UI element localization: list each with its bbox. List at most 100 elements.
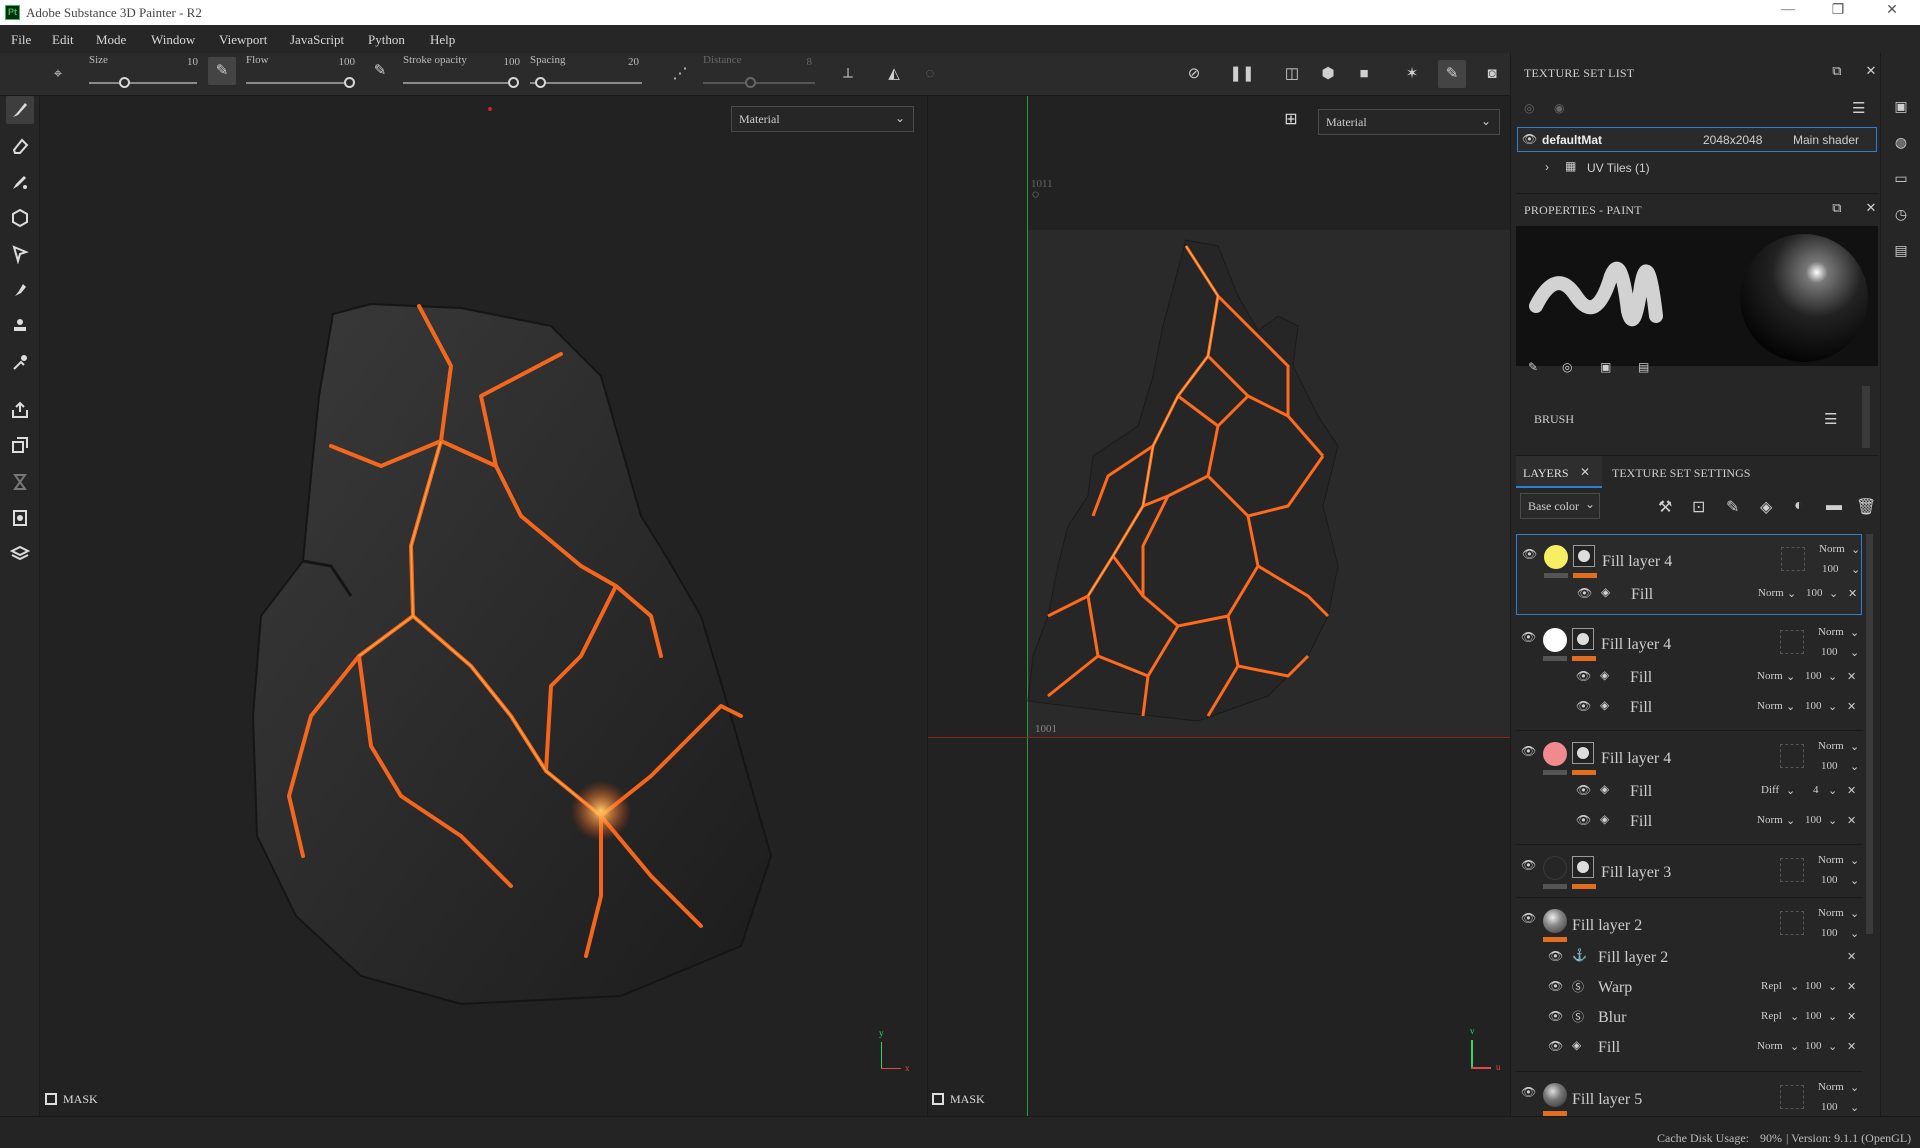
geometry-fill-icon[interactable]: [6, 204, 34, 232]
viewport-2d[interactable]: 1011 ◌ 1001 ⊞ Material ⌄ v u MASK: [927, 96, 1511, 1116]
chevron-down-icon[interactable]: ⌄: [1786, 670, 1795, 683]
export-icon[interactable]: [6, 396, 34, 424]
chevron-down-icon[interactable]: ⌄: [1828, 980, 1837, 993]
clone-stamp-icon[interactable]: [6, 312, 34, 340]
stroke-opacity-slider-handle[interactable]: [508, 77, 519, 88]
layer-blend-mode[interactable]: Norm: [1818, 1081, 1844, 1093]
chevron-right-icon[interactable]: ›: [1545, 160, 1549, 174]
viewport-2d-material-select[interactable]: Material ⌄: [1318, 109, 1500, 135]
alpha-tab-icon[interactable]: ◎: [1562, 360, 1572, 375]
menu-file[interactable]: File: [11, 32, 31, 48]
effect-blend-mode[interactable]: Repl: [1761, 1010, 1782, 1022]
eye-icon[interactable]: 👁: [1522, 547, 1537, 562]
eye-icon[interactable]: 👁: [1548, 1039, 1563, 1054]
render-icon[interactable]: [6, 504, 34, 532]
viewport-3d-mask-toggle[interactable]: MASK: [45, 1092, 98, 1107]
chevron-down-icon[interactable]: ⌄: [1850, 646, 1859, 659]
menu-python[interactable]: Python: [368, 32, 405, 48]
remove-effect-icon[interactable]: ✕: [1847, 670, 1856, 683]
layer-opacity[interactable]: 100: [1821, 1101, 1838, 1113]
add-fill-layer-icon[interactable]: ◈: [1760, 497, 1772, 517]
effect-name[interactable]: Fill: [1598, 1039, 1620, 1057]
layer-mask-slot[interactable]: [1780, 744, 1804, 768]
chevron-down-icon[interactable]: ⌄: [1850, 854, 1859, 867]
layer-blend-mode[interactable]: Norm: [1818, 740, 1844, 752]
remove-effect-icon[interactable]: ✕: [1847, 1040, 1856, 1053]
camera-icon[interactable]: ■: [1350, 60, 1378, 88]
layer-item[interactable]: 👁 Fill layer 4 Norm ⌄ 100 ⌄ 👁 ◈ Fill Nor…: [1516, 534, 1862, 615]
stencil-tab-icon[interactable]: ▣: [1600, 360, 1611, 375]
remove-effect-icon[interactable]: ✕: [1847, 950, 1856, 963]
symmetry-icon[interactable]: ◭: [880, 60, 908, 88]
menu-edit[interactable]: Edit: [52, 32, 74, 48]
eye-icon[interactable]: 👁: [1521, 630, 1536, 645]
chevron-down-icon[interactable]: ⌄: [1786, 814, 1795, 827]
layer-name[interactable]: Fill layer 4: [1601, 636, 1671, 654]
layer-opacity[interactable]: 100: [1821, 927, 1838, 939]
chevron-down-icon[interactable]: ⌄: [1828, 700, 1837, 713]
uv-options-icon[interactable]: ⊞: [1280, 109, 1302, 131]
solo-icon[interactable]: ◉: [1554, 101, 1564, 116]
delete-layer-icon[interactable]: 🗑: [1856, 497, 1876, 517]
channel-select[interactable]: Base color ⌄: [1520, 493, 1600, 519]
eye-icon[interactable]: 👁: [1521, 858, 1536, 873]
viewport-3d[interactable]: Material ⌄ y x MASK: [41, 96, 926, 1116]
tab-layers[interactable]: LAYERS ✕: [1516, 456, 1602, 488]
effect-name[interactable]: Fill layer 2: [1598, 949, 1668, 967]
layer-opacity[interactable]: 100: [1821, 646, 1838, 658]
effect-blend-mode[interactable]: Diff: [1761, 784, 1779, 796]
chevron-down-icon[interactable]: ⌄: [1851, 543, 1860, 556]
menu-list-icon[interactable]: ☰: [1852, 99, 1865, 118]
uv-tiles-row[interactable]: › ▦ UV Tiles (1): [1517, 156, 1877, 180]
effect-opacity[interactable]: 100: [1805, 980, 1822, 992]
smart-mask-icon[interactable]: ◌: [916, 60, 944, 88]
visibility-icon[interactable]: ◎: [1524, 101, 1534, 116]
menu-help[interactable]: Help: [430, 32, 455, 48]
split-view-icon[interactable]: ◫: [1278, 60, 1306, 88]
chevron-down-icon[interactable]: ⌄: [1850, 740, 1859, 753]
chevron-down-icon[interactable]: ⌄: [1850, 874, 1859, 887]
layer-name[interactable]: Fill layer 4: [1601, 750, 1671, 768]
effect-blend-mode[interactable]: Norm: [1757, 1040, 1783, 1052]
history-icon[interactable]: ◷: [1892, 207, 1910, 225]
effect-opacity[interactable]: 100: [1805, 1040, 1822, 1052]
brush-menu-icon[interactable]: ☰: [1824, 410, 1837, 429]
layer-mask-slot[interactable]: [1780, 858, 1804, 882]
screenshot-icon[interactable]: ◙: [1478, 60, 1506, 88]
eye-icon[interactable]: 👁: [1521, 1085, 1536, 1100]
eye-icon[interactable]: 👁: [1521, 911, 1536, 926]
polygon-fill-icon[interactable]: [6, 240, 34, 268]
flow-pressure-icon[interactable]: ✎: [208, 57, 236, 85]
layer-item[interactable]: 👁 Fill layer 4 Norm ⌄ 100 ⌄ 👁 ◈ Fill Dif…: [1516, 732, 1862, 845]
chevron-down-icon[interactable]: ⌄: [1850, 760, 1859, 773]
undock-icon[interactable]: ⧉: [1828, 200, 1846, 218]
remove-effect-icon[interactable]: ✕: [1847, 1010, 1856, 1023]
layer-blend-mode[interactable]: Norm: [1818, 626, 1844, 638]
layer-opacity[interactable]: 100: [1821, 874, 1838, 886]
remove-effect-icon[interactable]: ✕: [1847, 814, 1856, 827]
layer-mask-slot[interactable]: [1780, 911, 1804, 935]
bake-icon[interactable]: [6, 432, 34, 460]
effect-name[interactable]: Fill: [1630, 699, 1652, 717]
effect-opacity[interactable]: 100: [1805, 814, 1822, 826]
eye-icon[interactable]: 👁: [1576, 783, 1591, 798]
alignment-icon[interactable]: ⟂: [834, 60, 862, 88]
flow-slider[interactable]: [246, 82, 350, 84]
stroke-opacity-slider[interactable]: [403, 82, 517, 84]
tab-texture-set-settings[interactable]: TEXTURE SET SETTINGS: [1604, 456, 1764, 488]
layer-item[interactable]: 👁 Fill layer 4 Norm ⌄ 100 ⌄ 👁 ◈ Fill Nor…: [1516, 618, 1862, 731]
chevron-down-icon[interactable]: ⌄: [1786, 784, 1795, 797]
layer-opacity[interactable]: 100: [1822, 563, 1839, 575]
close-panel-icon[interactable]: ✕: [1862, 63, 1880, 81]
size-slider[interactable]: [89, 82, 197, 84]
effect-name[interactable]: Warp: [1598, 979, 1632, 997]
layer-item[interactable]: 👁 Fill layer 3 Norm ⌄ 100 ⌄: [1516, 846, 1862, 898]
remove-effect-icon[interactable]: ✕: [1847, 700, 1856, 713]
lazy-mouse-icon[interactable]: ⋰: [666, 60, 694, 88]
eye-icon[interactable]: 👁: [1521, 744, 1536, 759]
layer-mask-thumbnail[interactable]: [1573, 545, 1595, 567]
chevron-down-icon[interactable]: ⌄: [1828, 784, 1837, 797]
minimize-icon[interactable]: —: [1768, 2, 1808, 22]
viewport-3d-material-select[interactable]: Material ⌄: [731, 106, 914, 132]
chevron-down-icon[interactable]: ⌄: [1850, 907, 1859, 920]
